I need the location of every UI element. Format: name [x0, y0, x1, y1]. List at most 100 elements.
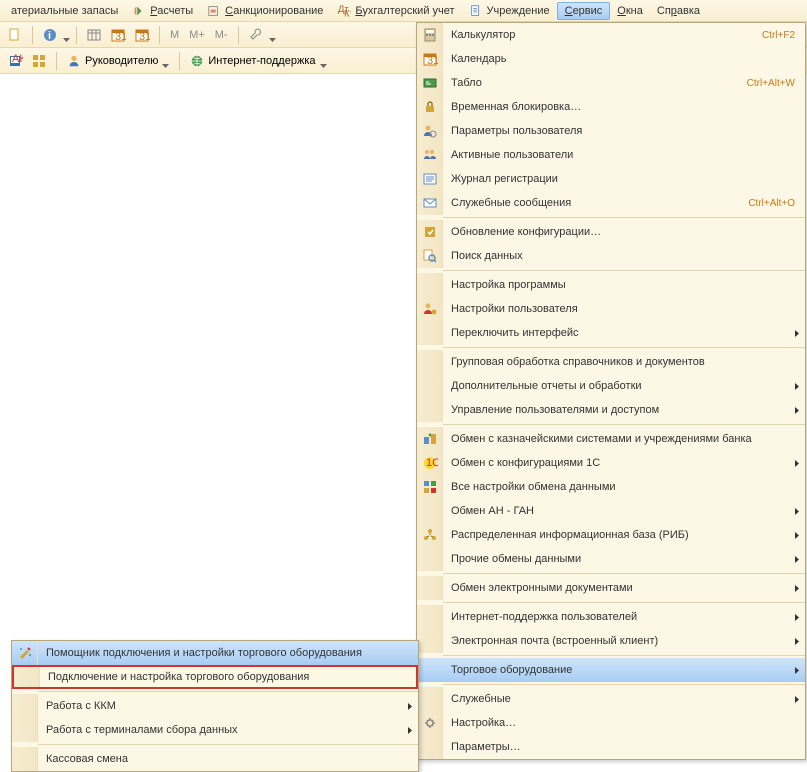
service-menu-item[interactable]: КалькуляторCtrl+F2 — [417, 23, 805, 47]
service-menu-item[interactable]: Интернет-поддержка пользователей — [417, 605, 805, 629]
update-icon — [417, 220, 443, 244]
chevron-down-icon[interactable] — [269, 33, 276, 37]
icon-placeholder — [417, 374, 443, 398]
svg-text:АК: АК — [12, 53, 23, 65]
separator — [443, 684, 805, 685]
shortcut-label: Ctrl+Alt+O — [738, 198, 805, 209]
menu-service[interactable]: Сервис — [557, 2, 611, 20]
service-menu-item[interactable]: Параметры… — [417, 735, 805, 759]
chevron-down-icon — [162, 59, 169, 63]
chevron-right-icon — [795, 407, 805, 414]
menu-label: Учреждение — [487, 5, 550, 17]
service-menu-item[interactable]: Временная блокировка… — [417, 95, 805, 119]
service-menu-item[interactable]: Обмен с казначейскими системами и учрежд… — [417, 427, 805, 451]
service-menu-item[interactable]: Служебные — [417, 687, 805, 711]
icon-placeholder — [417, 321, 443, 345]
service-menu-item[interactable]: Настройка… — [417, 711, 805, 735]
submenu-item-label: Подключение и настройка торгового оборуд… — [40, 671, 416, 683]
users-icon — [417, 143, 443, 167]
service-menu-item[interactable]: Служебные сообщенияCtrl+Alt+O — [417, 191, 805, 215]
separator — [443, 573, 805, 574]
svg-text:1C: 1C — [426, 457, 438, 469]
info-button[interactable]: i — [39, 24, 61, 46]
m-button[interactable]: M — [166, 29, 183, 41]
trade-submenu-item[interactable]: Подключение и настройка торгового оборуд… — [12, 665, 418, 689]
table-button[interactable] — [83, 24, 105, 46]
menu-institution[interactable]: Учреждение — [462, 2, 557, 20]
book-button[interactable]: АК — [4, 50, 26, 72]
service-menu-item[interactable]: 31Календарь — [417, 47, 805, 71]
service-menu-item[interactable]: Дополнительные отчеты и обработки — [417, 374, 805, 398]
wrench-button[interactable] — [245, 24, 267, 46]
icon-placeholder — [417, 273, 443, 297]
separator — [38, 691, 418, 692]
service-menu-item[interactable]: Управление пользователями и доступом — [417, 398, 805, 422]
service-menu-item[interactable]: Параметры пользователя — [417, 119, 805, 143]
menu-calculations[interactable]: Расчеты — [125, 2, 200, 20]
menu-label: Сервис — [565, 5, 603, 17]
menu-item-label: Настройка… — [443, 717, 805, 729]
service-menu-item[interactable]: 1CОбмен с конфигурациями 1С — [417, 451, 805, 475]
service-menu-item[interactable]: Настройка программы — [417, 273, 805, 297]
messages-icon — [417, 191, 443, 215]
menu-windows[interactable]: Окна — [610, 3, 650, 19]
service-menu-item[interactable]: Прочие обмены данными — [417, 547, 805, 571]
menu-item-label: Настройки пользователя — [443, 303, 805, 315]
service-menu-item[interactable]: Журнал регистрации — [417, 167, 805, 191]
trade-submenu-item[interactable]: Помощник подключения и настройки торгово… — [12, 641, 418, 665]
chevron-right-icon — [795, 460, 805, 467]
menu-label: Окна — [617, 5, 643, 17]
search-icon — [417, 244, 443, 268]
trade-submenu-item[interactable]: Кассовая смена — [12, 747, 418, 771]
exchange-1c-icon: 1C — [417, 451, 443, 475]
separator — [76, 26, 77, 44]
service-menu-item[interactable]: Переключить интерфейс — [417, 321, 805, 345]
calendar2-button[interactable]: 31 — [131, 24, 153, 46]
chevron-right-icon — [795, 556, 805, 563]
menu-accounting[interactable]: ДтКт Бухгалтерский учет — [330, 2, 461, 20]
support-dropdown[interactable]: Интернет-поддержка — [186, 52, 330, 70]
grid-button[interactable] — [28, 50, 50, 72]
calendar-button[interactable]: 31 — [107, 24, 129, 46]
m-plus-button[interactable]: M+ — [185, 29, 209, 41]
service-menu-item[interactable]: Электронная почта (встроенный клиент) — [417, 629, 805, 653]
service-menu-item[interactable]: Все настройки обмена данными — [417, 475, 805, 499]
separator — [32, 26, 33, 44]
trade-submenu-item[interactable]: Работа с терминалами сбора данных — [12, 718, 418, 742]
service-menu-item[interactable]: Групповая обработка справочников и докум… — [417, 350, 805, 374]
chevron-right-icon — [408, 703, 418, 710]
service-menu-item[interactable]: Настройки пользователя — [417, 297, 805, 321]
chevron-down-icon[interactable] — [63, 33, 70, 37]
trade-submenu-item[interactable]: Работа с ККМ — [12, 694, 418, 718]
service-menu-item[interactable]: Торговое оборудование — [417, 658, 805, 682]
service-menu-item[interactable]: Активные пользователи — [417, 143, 805, 167]
manager-dropdown[interactable]: Руководителю — [63, 52, 173, 70]
menu-item-label: Обновление конфигурации… — [443, 226, 805, 238]
service-menu-item[interactable]: Обмен электронными документами — [417, 576, 805, 600]
icon-placeholder — [417, 576, 443, 600]
icon-placeholder — [417, 735, 443, 759]
icon-placeholder — [417, 687, 443, 711]
service-menu-item[interactable]: ТаблоCtrl+Alt+W — [417, 71, 805, 95]
chevron-right-icon — [795, 696, 805, 703]
dist-base-icon — [417, 523, 443, 547]
chevron-right-icon — [795, 614, 805, 621]
globe-icon — [190, 54, 204, 68]
service-menu-item[interactable]: Поиск данных — [417, 244, 805, 268]
service-menu-item[interactable]: Распределенная информационная база (РИБ) — [417, 523, 805, 547]
menu-label: Бухгалтерский учет — [355, 5, 454, 17]
menu-sanctioning[interactable]: Санкционирование — [200, 2, 330, 20]
menu-item-label: Обмен электронными документами — [443, 582, 795, 594]
new-doc-button[interactable] — [4, 24, 26, 46]
menu-item-label: Служебные — [443, 693, 795, 705]
menu-materials[interactable]: атериальные запасы — [4, 3, 125, 19]
m-minus-button[interactable]: M- — [211, 29, 232, 41]
service-menu-item[interactable]: Обмен АН - ГАН — [417, 499, 805, 523]
separator — [238, 26, 239, 44]
service-menu-item[interactable]: Обновление конфигурации… — [417, 220, 805, 244]
menu-help[interactable]: Справка — [650, 3, 707, 19]
separator — [443, 655, 805, 656]
separator — [443, 602, 805, 603]
menu-item-label: Интернет-поддержка пользователей — [443, 611, 795, 623]
manager-label: Руководителю — [85, 55, 158, 67]
